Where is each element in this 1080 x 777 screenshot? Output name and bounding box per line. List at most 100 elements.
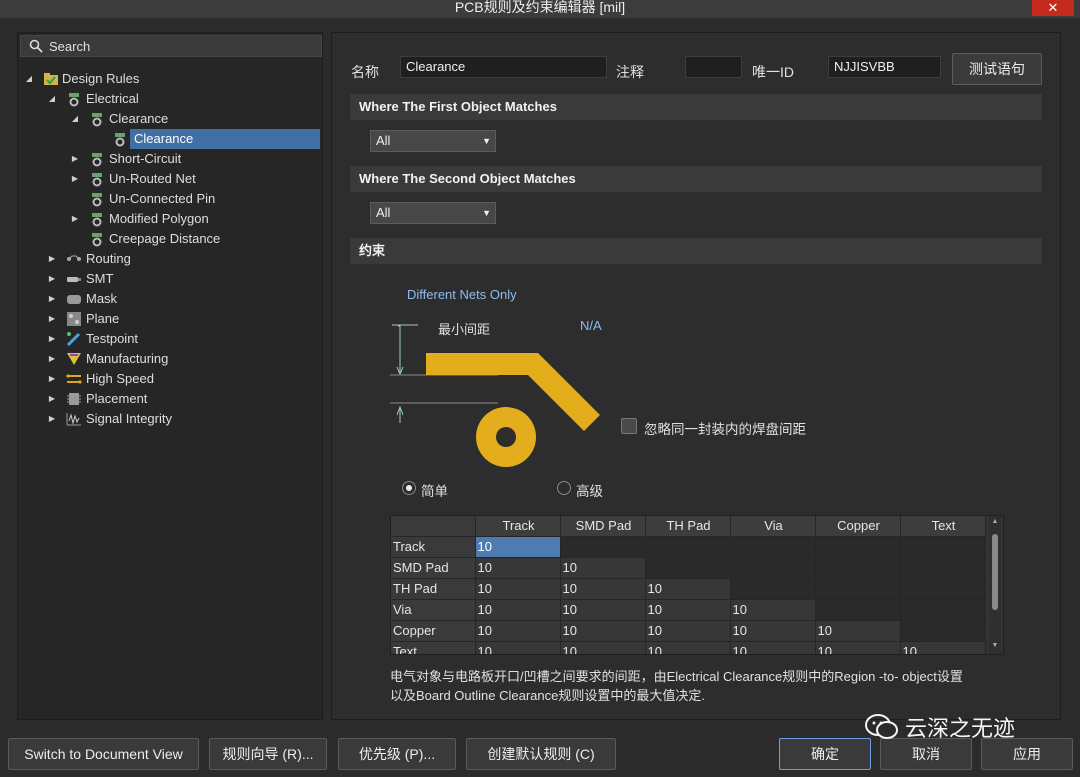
matrix-cell[interactable]: 10 bbox=[560, 578, 646, 600]
wechat-icon bbox=[865, 714, 898, 739]
second-object-dropdown[interactable]: All ▼ bbox=[370, 202, 496, 224]
comment-field[interactable] bbox=[685, 56, 742, 78]
matrix-cell-empty bbox=[730, 536, 816, 558]
matrix-cell[interactable]: 10 bbox=[475, 536, 561, 558]
matrix-header-row: Track SMD Pad TH Pad Via Copper Text bbox=[391, 516, 986, 537]
matrix-cell[interactable]: 10 bbox=[560, 557, 646, 579]
unique-id-field[interactable]: NJJISVBB bbox=[828, 56, 941, 78]
expand-arrow-icon[interactable]: ▶ bbox=[47, 349, 57, 369]
tree-item-placement[interactable]: ▶ Placement bbox=[18, 389, 318, 409]
tree-item-high-speed[interactable]: ▶ High Speed bbox=[18, 369, 318, 389]
window-title: PCB规则及约束编辑器 [mil] bbox=[454, 0, 626, 15]
first-object-value: All bbox=[376, 133, 391, 148]
tree-item-smt[interactable]: ▶ SMT bbox=[18, 269, 318, 289]
tree-item-creepage-distance[interactable]: Creepage Distance bbox=[18, 229, 318, 249]
matrix-cell[interactable]: 10 bbox=[560, 641, 646, 654]
plane-icon bbox=[67, 312, 81, 326]
expand-arrow-icon[interactable]: ▶ bbox=[70, 209, 80, 229]
matrix-cell-empty bbox=[815, 536, 901, 558]
priority-button[interactable]: 优先级 (P)... bbox=[338, 738, 456, 770]
net-scope-link[interactable]: Different Nets Only bbox=[407, 287, 517, 302]
matrix-cell[interactable]: 10 bbox=[475, 599, 561, 621]
matrix-cell[interactable]: 10 bbox=[560, 620, 646, 642]
collapse-arrow-icon[interactable]: ◢ bbox=[70, 109, 80, 129]
matrix-cell[interactable]: 10 bbox=[645, 620, 731, 642]
matrix-cell[interactable]: 10 bbox=[730, 641, 816, 654]
expand-arrow-icon[interactable]: ▶ bbox=[70, 149, 80, 169]
tree-item-testpoint[interactable]: ▶ Testpoint bbox=[18, 329, 318, 349]
switch-to-document-view-button[interactable]: Switch to Document View bbox=[8, 738, 199, 770]
matrix-cell-empty bbox=[815, 599, 901, 621]
tree-item-clearance-rule[interactable]: Clearance bbox=[18, 129, 322, 149]
tree-label: Testpoint bbox=[86, 331, 139, 346]
mode-advanced-radio[interactable] bbox=[557, 481, 571, 495]
tree-item-manufacturing[interactable]: ▶ Manufacturing bbox=[18, 349, 318, 369]
unrouted-net-rule-icon bbox=[92, 173, 102, 187]
test-query-button[interactable]: 测试语句 bbox=[952, 53, 1042, 85]
expand-arrow-icon[interactable]: ▶ bbox=[47, 289, 57, 309]
matrix-cell[interactable]: 10 bbox=[475, 620, 561, 642]
matrix-cell[interactable]: 10 bbox=[730, 620, 816, 642]
placement-icon bbox=[67, 393, 81, 405]
mode-simple-radio[interactable] bbox=[402, 481, 416, 495]
clearance-note-line1: 电气对象与电路板开口/凹槽之间要求的间距，由Electrical Clearan… bbox=[390, 669, 963, 684]
close-button[interactable]: ✕ bbox=[1032, 0, 1074, 16]
matrix-scrollbar[interactable]: ▲ ▼ bbox=[989, 516, 1001, 654]
expand-arrow-icon[interactable]: ▶ bbox=[47, 329, 57, 349]
scroll-thumb[interactable] bbox=[992, 534, 998, 610]
create-default-rules-button[interactable]: 创建默认规则 (C) bbox=[466, 738, 616, 770]
ok-button[interactable]: 确定 bbox=[779, 738, 871, 770]
matrix-cell-empty bbox=[645, 536, 731, 558]
matrix-column-header: Track bbox=[475, 516, 561, 537]
watermark: 云深之无迹 bbox=[865, 710, 1015, 744]
first-object-section-header: Where The First Object Matches bbox=[350, 94, 1042, 120]
expand-arrow-icon[interactable]: ▶ bbox=[70, 169, 80, 189]
matrix-cell[interactable]: 10 bbox=[475, 557, 561, 579]
matrix-column-header: SMD Pad bbox=[560, 516, 646, 537]
electrical-rule-icon bbox=[69, 93, 79, 107]
tree-item-short-circuit[interactable]: ▶ Short-Circuit bbox=[18, 149, 318, 169]
expand-arrow-icon[interactable]: ▶ bbox=[47, 369, 57, 389]
collapse-arrow-icon[interactable]: ◢ bbox=[24, 69, 34, 89]
expand-arrow-icon[interactable]: ▶ bbox=[47, 309, 57, 329]
tree-item-electrical[interactable]: ◢ Electrical bbox=[18, 89, 318, 109]
matrix-cell[interactable]: 10 bbox=[730, 599, 816, 621]
matrix-cell[interactable]: 10 bbox=[475, 641, 561, 654]
expand-arrow-icon[interactable]: ▶ bbox=[47, 389, 57, 409]
matrix-row-header: Copper bbox=[391, 620, 476, 642]
matrix-cell[interactable]: 10 bbox=[815, 620, 901, 642]
expand-arrow-icon[interactable]: ▶ bbox=[47, 249, 57, 269]
scroll-up-icon[interactable]: ▲ bbox=[990, 518, 1000, 525]
ignore-pads-checkbox[interactable] bbox=[621, 418, 637, 434]
tree-label: Plane bbox=[86, 311, 120, 326]
dimension-line-top bbox=[398, 325, 401, 373]
matrix-cell[interactable]: 10 bbox=[645, 641, 731, 654]
scroll-down-icon[interactable]: ▼ bbox=[990, 642, 1000, 649]
search-box[interactable]: Search bbox=[20, 35, 322, 57]
search-input[interactable]: Search bbox=[49, 39, 90, 54]
expand-arrow-icon[interactable]: ▶ bbox=[47, 409, 57, 429]
collapse-arrow-icon[interactable]: ◢ bbox=[47, 89, 57, 109]
tree-item-modified-polygon[interactable]: ▶ Modified Polygon bbox=[18, 209, 318, 229]
tree-item-design-rules[interactable]: ◢ Design Rules bbox=[18, 69, 318, 89]
matrix-cell[interactable]: 10 bbox=[645, 599, 731, 621]
tree-item-clearance-group[interactable]: ◢ Clearance bbox=[18, 109, 318, 129]
matrix-cell[interactable]: 10 bbox=[475, 578, 561, 600]
tree-item-plane[interactable]: ▶ Plane bbox=[18, 309, 318, 329]
tree-item-unconnected-pin[interactable]: Un-Connected Pin bbox=[18, 189, 318, 209]
matrix-cell[interactable]: 10 bbox=[645, 578, 731, 600]
chevron-down-icon: ▼ bbox=[482, 136, 491, 146]
matrix-row-header: SMD Pad bbox=[391, 557, 476, 579]
matrix-cell[interactable]: 10 bbox=[560, 599, 646, 621]
rule-wizard-button[interactable]: 规则向导 (R)... bbox=[209, 738, 327, 770]
name-field[interactable]: Clearance bbox=[400, 56, 607, 78]
tree-item-signal-integrity[interactable]: ▶ Signal Integrity bbox=[18, 409, 318, 429]
tree-item-mask[interactable]: ▶ Mask bbox=[18, 289, 318, 309]
matrix-cell[interactable]: 10 bbox=[900, 641, 986, 654]
matrix-cell[interactable]: 10 bbox=[815, 641, 901, 654]
expand-arrow-icon[interactable]: ▶ bbox=[47, 269, 57, 289]
first-object-dropdown[interactable]: All ▼ bbox=[370, 130, 496, 152]
tree-item-routing[interactable]: ▶ Routing bbox=[18, 249, 318, 269]
tree-item-unrouted-net[interactable]: ▶ Un-Routed Net bbox=[18, 169, 318, 189]
matrix-column-header: Via bbox=[730, 516, 816, 537]
